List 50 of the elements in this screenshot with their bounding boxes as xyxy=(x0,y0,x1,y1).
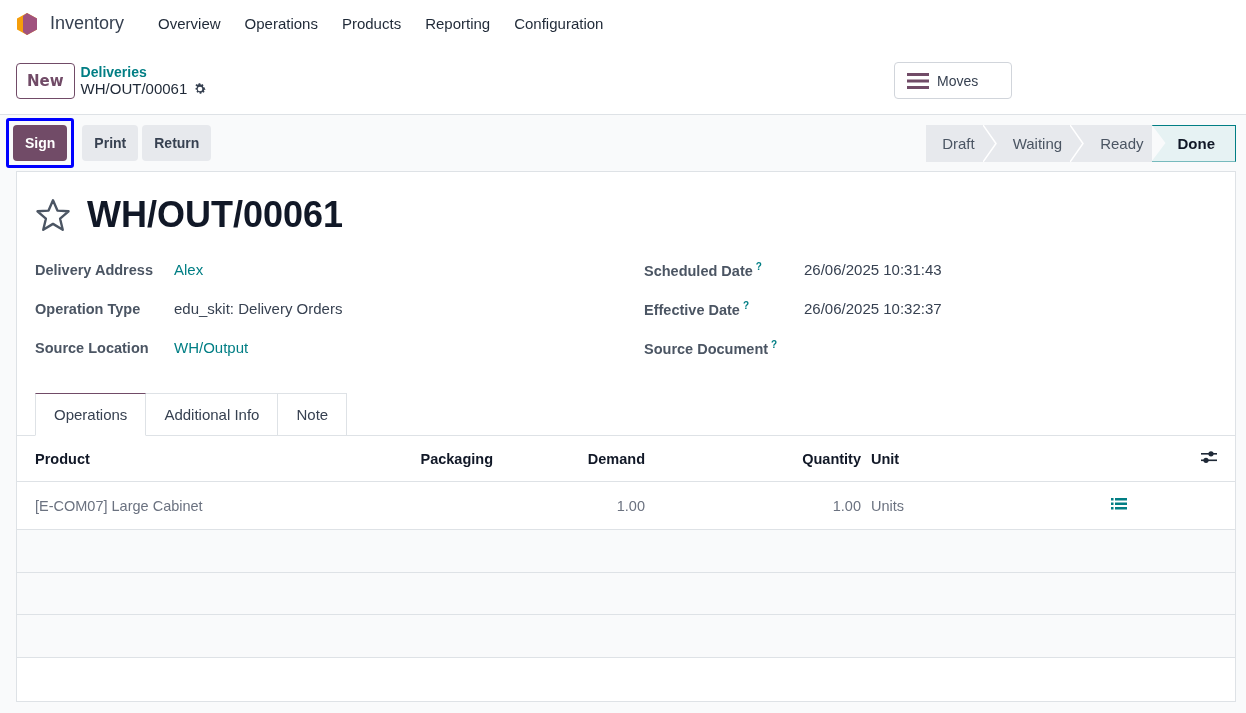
table-cell-text: [E-COM07] Large Cabinet xyxy=(35,497,204,514)
field-label: Operation Type xyxy=(35,300,142,317)
action-button[interactable]: Return xyxy=(142,125,212,161)
column-header[interactable]: Packaging xyxy=(325,450,493,467)
sliders-icon[interactable] xyxy=(1201,450,1217,464)
column-header[interactable]: Product xyxy=(35,450,325,467)
tab[interactable]: Additional Info xyxy=(146,393,279,436)
tab[interactable]: Note xyxy=(278,393,348,436)
menu-item[interactable]: Operations xyxy=(232,15,330,32)
moves-button[interactable]: Moves xyxy=(894,62,1012,99)
list-icon xyxy=(907,72,929,89)
field-value: 26/06/2025 10:32:37 xyxy=(804,300,942,317)
record-title: WH/OUT/00061 xyxy=(87,194,344,236)
column-header[interactable]: Unit xyxy=(861,450,1111,467)
menu-item[interactable]: Products xyxy=(329,15,414,32)
field-label: Effective Date $^{?}$ xyxy=(644,299,750,318)
app-name[interactable]: Inventory xyxy=(50,13,125,34)
app-logo-icon xyxy=(16,11,38,36)
field-label: Source Location xyxy=(35,339,150,356)
table-cell-text: 1.00 xyxy=(831,497,861,514)
menu-item[interactable]: Overview xyxy=(146,15,233,32)
column-header[interactable]: Demand xyxy=(493,450,645,467)
help-tooltip[interactable]: ? xyxy=(755,260,762,272)
field-label: Delivery Address xyxy=(35,261,154,278)
menu-item[interactable]: Configuration xyxy=(502,15,616,32)
field-label: Source Document $^{?}$ xyxy=(644,338,779,357)
action-button[interactable]: Sign xyxy=(13,125,68,161)
menu-item[interactable]: Reporting xyxy=(413,15,503,32)
action-button[interactable]: Print xyxy=(82,125,139,161)
field-value: 26/06/2025 10:31:43 xyxy=(804,261,942,278)
field-link[interactable]: WH/Output xyxy=(174,339,249,356)
status-step[interactable]: Waiting xyxy=(996,124,1071,162)
record-name: WH/OUT/00061 xyxy=(80,80,188,97)
new-button[interactable]: New xyxy=(16,62,75,99)
status-step[interactable]: Done xyxy=(1151,124,1236,162)
table-cell-text: 1.00 xyxy=(615,497,645,514)
tab[interactable]: Operations xyxy=(35,393,147,436)
status-step[interactable]: Draft xyxy=(926,124,983,162)
breadcrumb-link[interactable]: Deliveries xyxy=(80,64,208,80)
table-cell-text: Units xyxy=(870,497,906,514)
help-tooltip[interactable]: ? xyxy=(742,299,749,311)
field-label: Scheduled Date $^{?}$ xyxy=(644,260,763,279)
column-header[interactable]: Quantity xyxy=(645,450,861,467)
settings-icon[interactable] xyxy=(193,81,208,96)
field-link[interactable]: Alex xyxy=(174,261,204,278)
status-step[interactable]: Ready xyxy=(1084,124,1152,162)
help-tooltip[interactable]: ? xyxy=(771,338,778,350)
details-list-icon[interactable] xyxy=(1111,498,1127,511)
star-icon[interactable] xyxy=(35,198,71,232)
field-value: edu_skit: Delivery Orders xyxy=(174,300,343,317)
